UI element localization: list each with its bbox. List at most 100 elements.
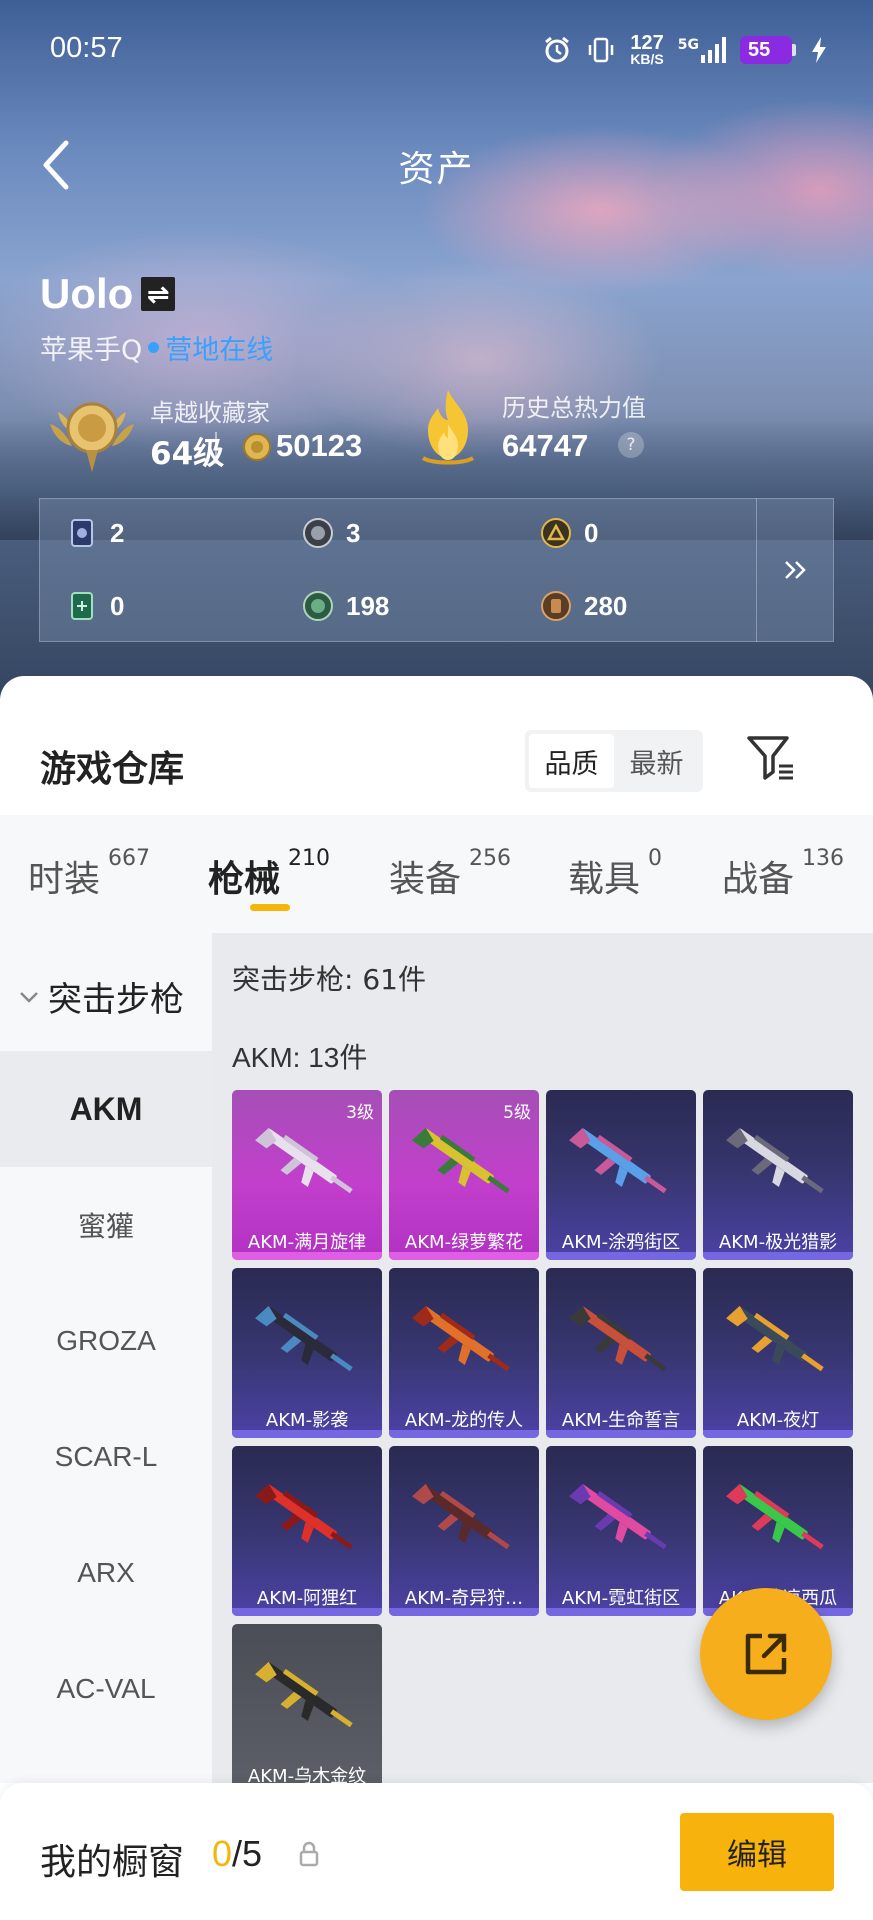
heat-label: 历史总热力值 [502,394,646,422]
category-group-header[interactable]: 突击步枪 [18,972,184,1021]
stats-more-button[interactable] [756,498,834,642]
rifle-skin-icon [569,1483,667,1550]
player-name: Uolo ⇌ [40,270,176,318]
category-item-scar-l[interactable]: SCAR-L [0,1399,212,1515]
weapon-skin-name: AKM-阿狸红 [256,1588,358,1609]
tab-weapons[interactable]: 枪械 210 [208,846,330,902]
share-external-icon [745,1633,787,1675]
card-pack-icon [71,519,93,547]
rank-label: 卓越收藏家 [150,399,270,427]
rifle-skin-icon [255,1127,353,1194]
switch-account-icon[interactable]: ⇌ [141,277,176,311]
battery-icon: 55 [740,36,796,64]
weapon-card[interactable]: AKM-夜灯 [703,1268,853,1438]
weapon-card[interactable]: AKM-阿狸红 [232,1446,382,1616]
online-status: 营地在线 [165,335,274,366]
green-card-icon [71,592,93,620]
share-button[interactable] [700,1588,832,1720]
rifle-skin-icon [255,1305,353,1372]
stat-bronze-coin[interactable]: 280 [540,590,627,622]
tab-vehicles[interactable]: 载具 0 [568,846,662,902]
weapon-skin-name: AKM-生命誓言 [561,1410,681,1431]
weapon-skin-name: AKM-满月旋律 [247,1232,367,1253]
edit-button[interactable]: 编辑 [680,1813,834,1891]
weapon-card[interactable]: AKM-奇异狩… [389,1446,539,1616]
tab-equipment[interactable]: 装备 256 [389,846,511,902]
platform-label: 苹果手Q [40,335,143,366]
grade-badge: 3级 [346,1103,374,1123]
category-item-ac-val[interactable]: AC-VAL [0,1631,212,1747]
weapon-skin-name: AKM-极光猎影 [718,1232,838,1253]
warehouse-title: 游戏仓库 [40,749,185,790]
page-title: 资产 [398,149,475,190]
status-icons: 127 KB/S 5G 55 [542,32,828,68]
rifle-skin-icon [726,1305,824,1372]
active-tab-indicator [250,904,290,911]
stat-green-coin[interactable]: 198 [302,590,389,622]
player-subtitle: 苹果手Q 营地在线 [40,328,273,367]
rifle-skin-icon [412,1483,510,1550]
category-item-akm[interactable]: AKM [0,1051,212,1167]
weapon-skin-name: AKM-霓虹街区 [561,1588,681,1609]
help-icon[interactable]: ? [618,432,644,458]
weapon-card[interactable]: 5级 AKM-绿萝繁花 [389,1090,539,1260]
showcase-label: 我的橱窗 [40,1842,185,1883]
online-dot-icon [148,342,160,353]
rifle-skin-icon [255,1661,353,1728]
weapon-skin-name: AKM-奇异狩… [404,1588,524,1609]
rank-level: 64级 [150,436,225,472]
signal-icon [701,37,726,63]
rifle-skin-icon [726,1483,824,1550]
weapon-card[interactable]: AKM-影袭 [232,1268,382,1438]
alarm-icon [545,36,570,63]
charging-icon [812,37,826,63]
gold-emblem-icon [541,518,571,548]
weapon-skin-name: AKM-绿萝繁花 [404,1232,524,1253]
rifle-skin-icon [569,1127,667,1194]
flame-icon [421,390,475,465]
vibrate-icon [589,37,614,63]
sort-toggle: 品质 最新 [525,730,703,792]
lock-icon [299,1841,319,1867]
weapon-card[interactable]: AKM-乌木金纹 [232,1624,382,1794]
filter-icon[interactable] [745,732,797,784]
sort-quality-option[interactable]: 品质 [529,734,614,788]
green-coin-icon [303,591,333,621]
sort-latest-option[interactable]: 最新 [614,734,699,788]
collector-medal-icon [50,402,134,472]
stat-card-pack[interactable]: 2 [66,517,124,549]
tab-battle-prep[interactable]: 战备 136 [722,846,844,902]
bronze-coin-icon [541,591,571,621]
grade-badge: 5级 [503,1103,531,1123]
weapon-card[interactable]: 3级 AKM-满月旋律 [232,1090,382,1260]
heat-value: 64747 [502,428,589,463]
weapon-skin-name: AKM-夜灯 [736,1410,820,1431]
stat-silver-medal[interactable]: 3 [302,517,360,549]
weapon-skin-name: AKM-影袭 [265,1410,349,1431]
chevron-down-icon [20,991,38,1003]
weapon-card[interactable]: AKM-涂鸦街区 [546,1090,696,1260]
weapon-card[interactable]: AKM-霓虹街区 [546,1446,696,1616]
status-time: 00:57 [50,32,123,64]
stat-gold-emblem[interactable]: 0 [540,517,598,549]
weapon-card[interactable]: AKM-极光猎影 [703,1090,853,1260]
double-chevron-right-icon [784,561,806,579]
net-type: 5G [677,37,699,53]
tab-fashion[interactable]: 时装 667 [28,846,150,902]
category-item-arx[interactable]: ARX [0,1515,212,1631]
category-item-groza[interactable]: GROZA [0,1283,212,1399]
weapon-card[interactable]: AKM-龙的传人 [389,1268,539,1438]
coin-value: 50123 [276,428,363,463]
silver-medal-icon [303,518,333,548]
weapon-card[interactable]: AKM-生命誓言 [546,1268,696,1438]
group-count-title: 突击步枪: 61件 [232,963,426,996]
rifle-skin-icon [255,1483,353,1550]
stats-panel [39,498,834,642]
rifle-skin-icon [726,1127,824,1194]
net-speed: 127 KB/S [630,32,664,67]
stat-green-card[interactable]: 0 [66,590,124,622]
weapon-skin-name: AKM-龙的传人 [404,1410,524,1431]
rifle-skin-icon [569,1305,667,1372]
category-item-honey-badger[interactable]: 蜜獾 [0,1167,212,1283]
subgroup-count-title: AKM: 13件 [232,1042,368,1073]
